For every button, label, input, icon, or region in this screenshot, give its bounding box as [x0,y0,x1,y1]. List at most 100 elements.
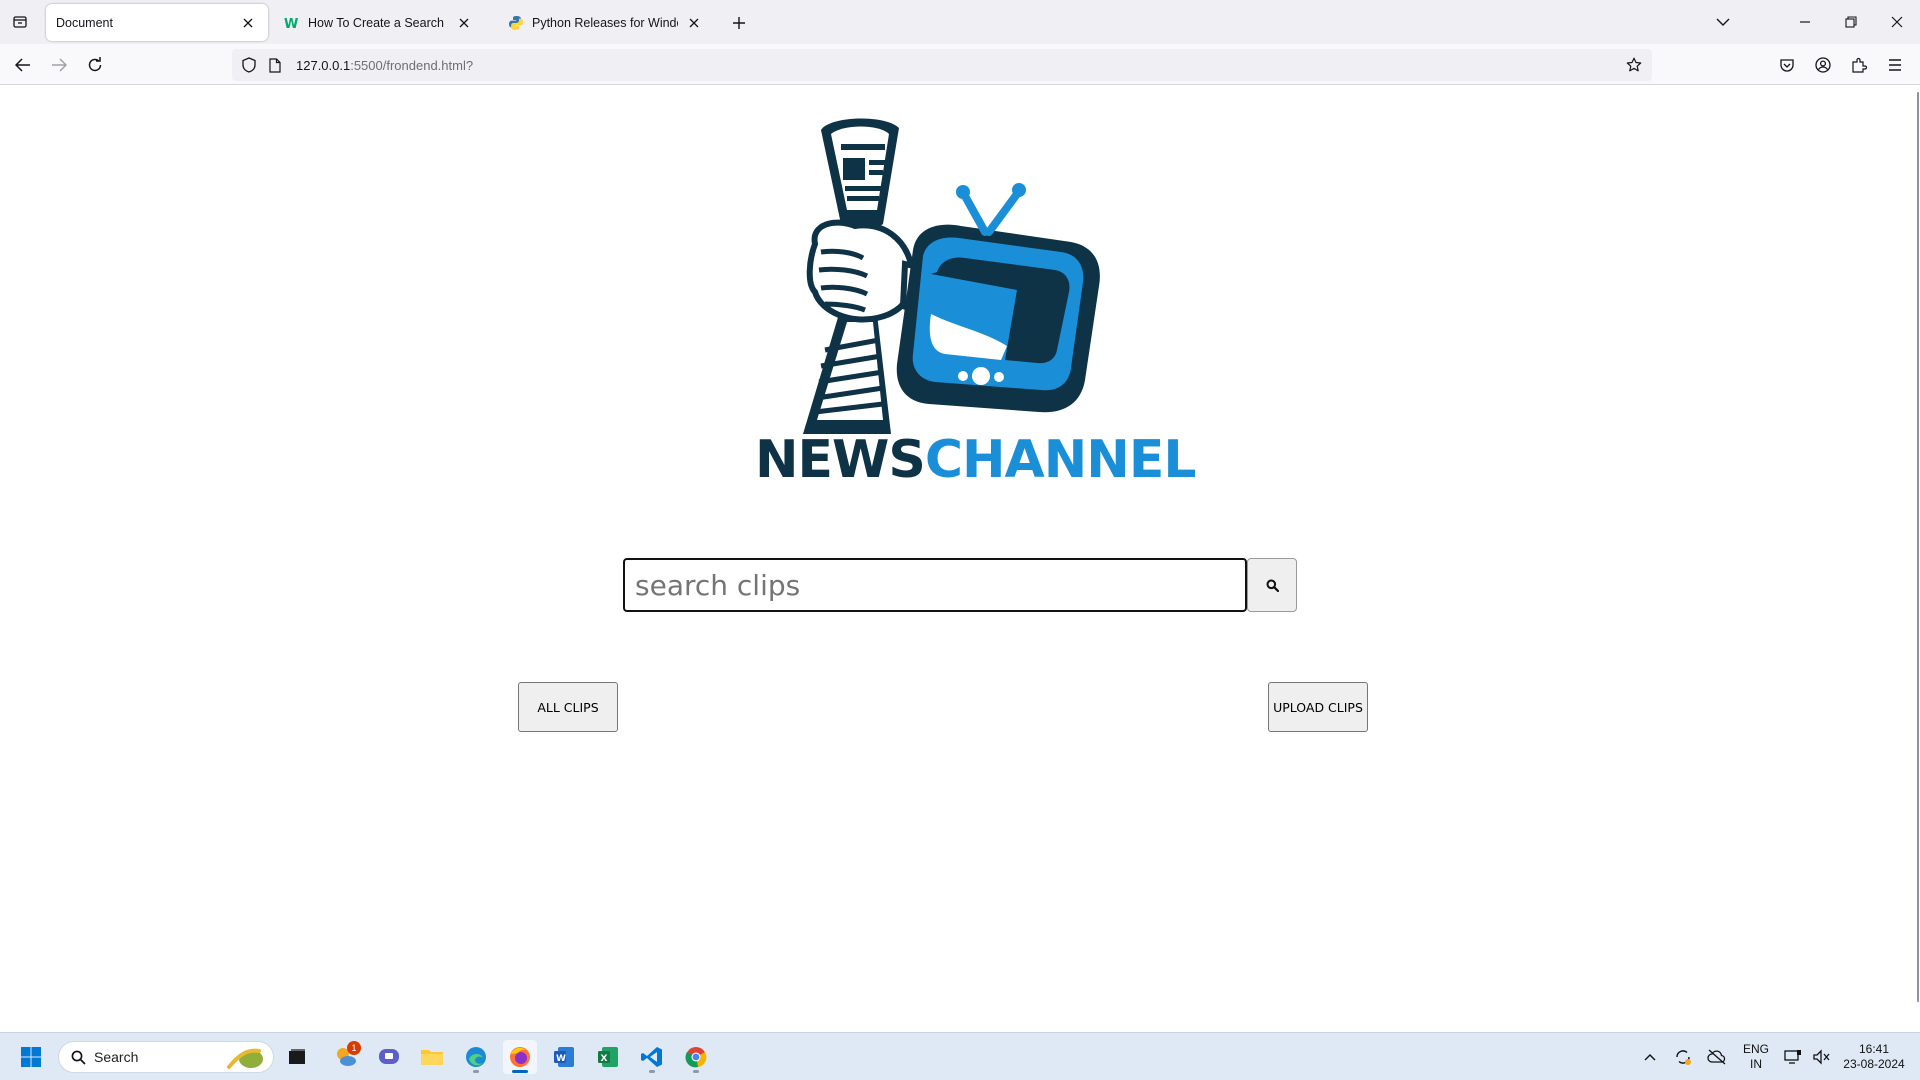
tab-list-icon [13,16,27,28]
new-tab-button[interactable] [726,10,752,36]
tab-title: How To Create a Search Button [308,15,448,30]
tab-document[interactable]: Document [46,4,268,41]
all-clips-button[interactable]: ALL CLIPS [518,682,618,732]
url-text[interactable]: 127.0.0.1:5500/frondend.html? [296,58,473,73]
cloud-off-icon [1707,1049,1726,1065]
upload-clips-button[interactable]: UPLOAD CLIPS [1268,682,1368,732]
python-favicon-icon [508,15,524,31]
folder-icon [421,1050,443,1065]
chrome-browser-icon [685,1047,707,1068]
back-button[interactable] [8,50,38,80]
windows-logo-icon [21,1047,41,1067]
keyboard-region: IN [1750,1057,1762,1071]
tab-close-button[interactable] [238,13,258,33]
start-button[interactable] [14,1040,48,1074]
close-icon [689,18,699,27]
svg-text:W: W [284,17,298,30]
page-scrollbar[interactable] [1916,86,1920,1032]
search-highlight-icon [227,1048,263,1069]
minimize-icon [1800,21,1810,23]
news-channel-logo: NEWSCHANNEL [755,114,1196,534]
tab-close-button[interactable] [454,13,474,33]
account-button[interactable] [1808,50,1838,80]
taskbar-chrome-button[interactable] [679,1040,713,1074]
show-hidden-icons-button[interactable] [1636,1040,1664,1074]
pocket-icon [1780,58,1794,72]
account-icon [1815,57,1831,73]
network-monitor-icon [1784,1050,1801,1064]
taskbar-search-label: Search [94,1049,139,1065]
search-button[interactable] [1247,558,1297,612]
restore-icon [1845,16,1857,28]
page-info-icon[interactable] [266,56,284,74]
clock-time: 16:41 [1858,1042,1890,1056]
w3-favicon-icon: W [284,15,300,31]
taskbar-edge-button[interactable] [459,1040,493,1074]
arrow-right-icon [52,58,67,72]
plus-icon [733,17,745,29]
address-bar[interactable]: 127.0.0.1:5500/frondend.html? [232,49,1652,81]
tab-close-button[interactable] [684,13,704,33]
search-clips-input[interactable] [623,558,1247,612]
notification-badge: 1 [347,1041,361,1055]
tab-title: Document [56,15,113,30]
speaker-muted-icon [1813,1049,1830,1065]
word-icon: W [554,1047,574,1067]
clock[interactable]: 16:41 23-08-2024 [1838,1042,1910,1072]
taskbar-firefox-button[interactable] [503,1040,537,1074]
close-window-button[interactable] [1874,4,1920,40]
task-view-button[interactable] [280,1040,314,1074]
tray-volume-button[interactable] [1808,1040,1836,1074]
taskbar-word-button[interactable]: W [547,1040,581,1074]
taskbar-file-explorer-button[interactable] [415,1040,449,1074]
svg-text:W: W [556,1054,566,1064]
taskbar-excel-button[interactable]: X [591,1040,625,1074]
page-content: NEWSCHANNEL ALL CLIPS UPLOAD CLIPS [0,86,1916,1032]
bookmark-star-button[interactable] [1624,55,1644,75]
extensions-button[interactable] [1844,50,1874,80]
brand-wordmark: NEWSCHANNEL [755,430,1196,490]
search-icon [1266,579,1279,592]
tab-list-button[interactable] [6,8,34,36]
tray-network-button[interactable] [1778,1040,1808,1074]
language-indicator[interactable]: ENG IN [1740,1042,1772,1072]
search-form [623,558,1297,612]
tab-search-button-article[interactable]: W How To Create a Search Button [274,4,484,41]
taskbar-vscode-button[interactable] [635,1040,669,1074]
minimize-button[interactable] [1782,4,1828,40]
sync-icon [1676,1050,1691,1065]
list-all-tabs-button[interactable] [1700,4,1746,40]
taskbar-teams-button[interactable] [372,1040,406,1074]
scrollbar-thumb[interactable] [1917,92,1919,1002]
restore-button[interactable] [1828,4,1874,40]
arrow-left-icon [15,58,30,72]
language-code: ENG [1742,1042,1769,1056]
hamburger-menu-icon [1889,59,1901,71]
close-icon [243,18,253,27]
shield-icon[interactable] [240,56,258,74]
tab-python-releases[interactable]: Python Releases for Windows | [498,4,714,41]
active-app-indicator [512,1070,528,1073]
firefox-browser-icon [510,1047,530,1067]
reload-button[interactable] [80,50,110,80]
brand-news-text: NEWS [755,430,926,490]
brand-channel-text: CHANNEL [924,430,1197,490]
windows-taskbar: Search 1 W X ENG IN 16:41 23-08-2024 [0,1032,1920,1080]
forward-button[interactable] [44,50,74,80]
pocket-button[interactable] [1772,50,1802,80]
url-path: :5500/frondend.html? [350,57,474,73]
chevron-down-icon [1716,18,1730,26]
taskbar-search-box[interactable]: Search [58,1041,274,1073]
star-icon [1626,57,1642,72]
vscode-icon [641,1047,662,1067]
svg-text:X: X [601,1054,608,1064]
running-indicator [693,1070,699,1073]
newspaper-tv-logo-icon [803,118,1100,434]
tray-onedrive-button[interactable] [1702,1040,1732,1074]
taskbar-widgets-button[interactable]: 1 [329,1040,363,1074]
navigation-toolbar: 127.0.0.1:5500/frondend.html? [0,44,1920,85]
close-icon [459,18,469,27]
tray-update-button[interactable] [1668,1040,1698,1074]
search-icon [71,1050,86,1065]
app-menu-button[interactable] [1880,50,1910,80]
